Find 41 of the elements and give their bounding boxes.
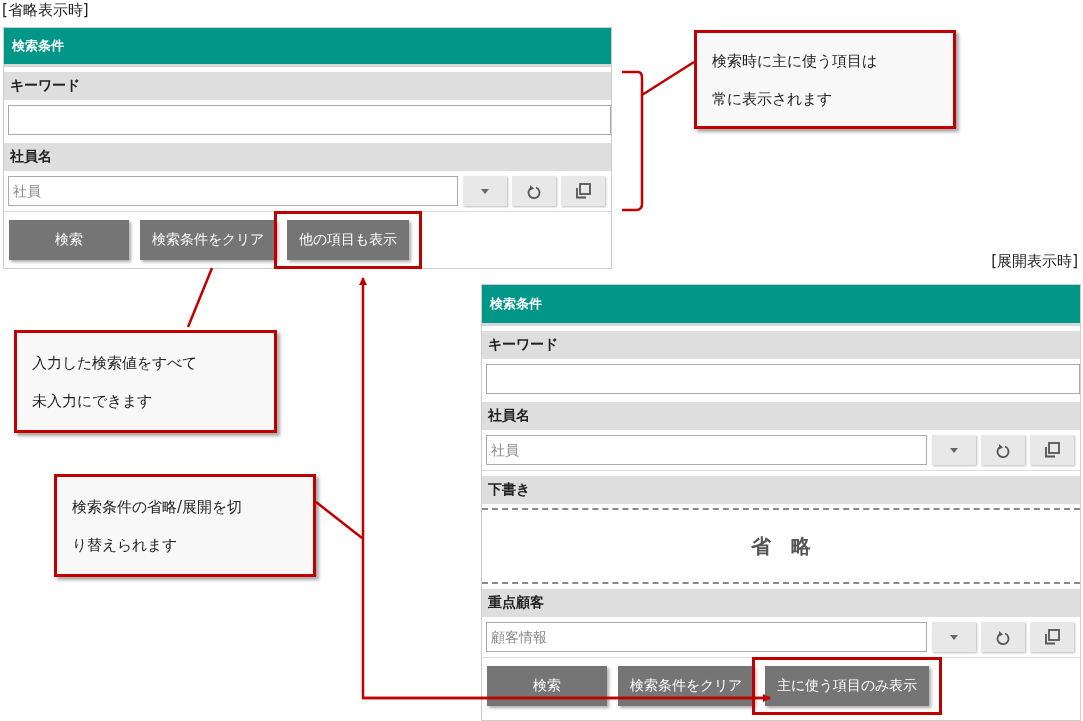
keyword-input-field[interactable] — [486, 364, 1080, 394]
reset-button[interactable] — [981, 435, 1025, 465]
figure-caption: [展開表示時] — [991, 252, 1078, 271]
reset-button[interactable] — [512, 176, 556, 206]
copy-icon — [1044, 629, 1060, 645]
caret-down-icon — [480, 187, 490, 195]
lookup-input-field[interactable]: 社員 — [8, 176, 458, 206]
field-label: キーワード — [10, 77, 80, 95]
field-label: キーワード — [488, 336, 558, 354]
field-label: 重点顧客 — [488, 594, 544, 612]
action-button[interactable]: 主に使う項目のみ表示 — [765, 666, 929, 706]
open-window-button[interactable] — [1030, 435, 1074, 465]
action-button[interactable]: 検索条件をクリア — [140, 220, 276, 260]
action-button[interactable]: 検索 — [487, 666, 607, 706]
callout-text: 入力した検索値をすべて 未入力にできます — [32, 352, 197, 412]
reset-button[interactable] — [981, 622, 1025, 652]
field-label: 下書き — [488, 481, 530, 499]
copy-icon — [1044, 442, 1060, 458]
omitted-text: 省 略 — [751, 532, 811, 560]
refresh-icon — [996, 629, 1010, 645]
open-window-button[interactable] — [561, 176, 605, 206]
callout-text: 検索時に主に使う項目は 常に表示されます — [712, 50, 877, 110]
leader-line — [186, 267, 214, 328]
action-button[interactable]: 他の項目も表示 — [287, 220, 409, 260]
caret-down-icon — [949, 446, 959, 454]
lookup-input-field[interactable]: 顧客情報 — [486, 622, 927, 652]
callout-text: 検索条件の省略/展開を切 り替えられます — [72, 496, 243, 556]
caret-down-icon — [949, 633, 959, 641]
lookup-input-field[interactable]: 社員 — [486, 435, 927, 465]
refresh-icon — [527, 183, 541, 199]
figure-caption: [省略表示時] — [2, 1, 89, 20]
open-window-button[interactable] — [1030, 622, 1074, 652]
refresh-icon — [996, 442, 1010, 458]
field-label: 社員名 — [488, 407, 530, 425]
panel-title: 検索条件 — [12, 37, 64, 55]
copy-icon — [575, 183, 591, 199]
keyword-input-field[interactable] — [8, 105, 611, 135]
panel-title: 検索条件 — [490, 295, 542, 313]
action-button[interactable]: 検索 — [9, 220, 129, 260]
action-button[interactable]: 検索条件をクリア — [618, 666, 754, 706]
field-label: 社員名 — [10, 148, 52, 166]
